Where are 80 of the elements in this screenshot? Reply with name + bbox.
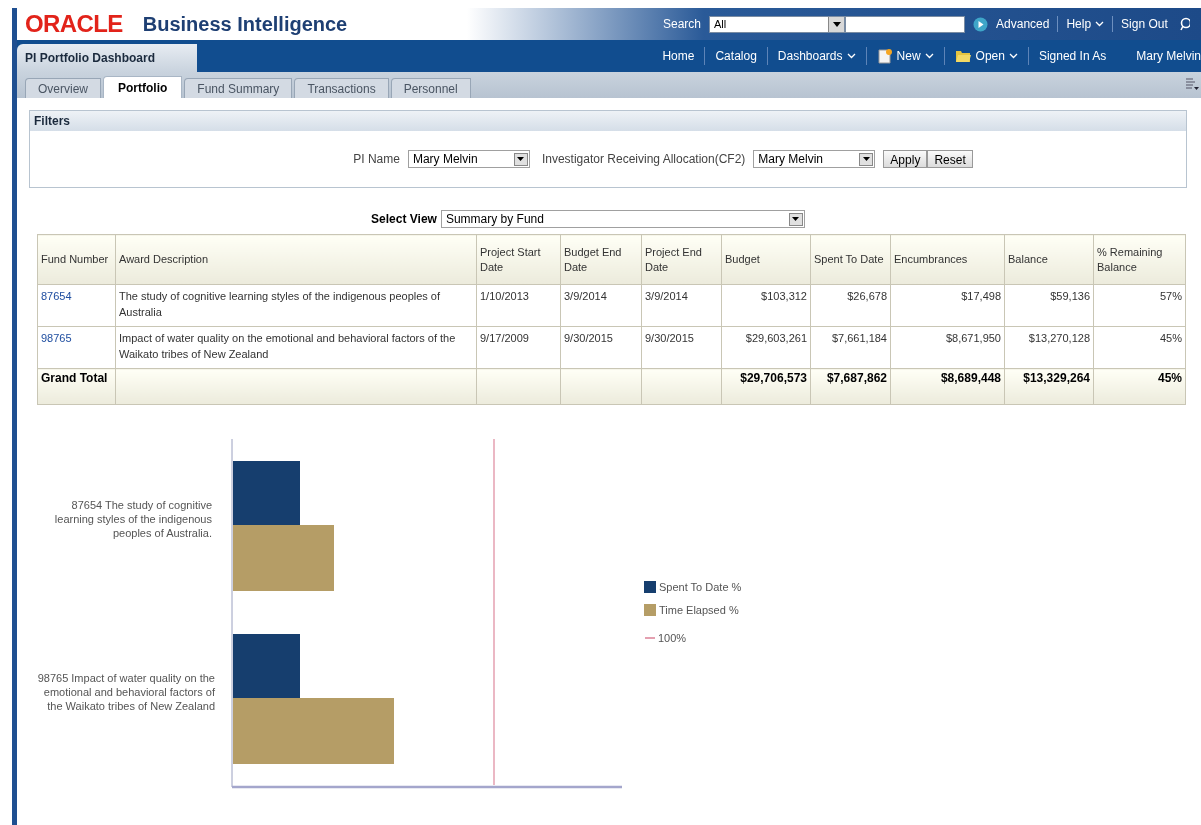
investigator-dropdown[interactable]: Mary Melvin	[753, 150, 876, 168]
search-icon[interactable]	[1179, 17, 1190, 31]
column-header: Project End Date	[641, 234, 722, 285]
column-header: Spent To Date	[810, 234, 891, 285]
column-header: Fund Number	[37, 234, 116, 285]
table-cell: $29,603,261	[721, 326, 811, 369]
legend-label: 100%	[658, 631, 687, 646]
total-cell: 45%	[1093, 368, 1186, 405]
pi-name-dropdown[interactable]: Mary Melvin	[407, 150, 530, 168]
table-cell: 45%	[1093, 326, 1186, 369]
table-cell: $17,498	[890, 284, 1005, 327]
table-cell: $103,312	[721, 284, 811, 327]
dashboard-tab[interactable]: Overview	[25, 78, 101, 98]
category-label: 87654 The study of cognitive learning styles of the indigenous peoples of Australia.	[53, 498, 212, 540]
table-cell: 3/9/2014	[641, 284, 722, 327]
column-header: Budget	[721, 234, 811, 285]
caret-icon	[924, 53, 934, 59]
select-view-label: Select View	[371, 211, 437, 228]
nav-link[interactable]: Catalog	[705, 47, 767, 65]
legend-label: Spent To Date %	[659, 580, 742, 595]
column-header: Encumbrances	[890, 234, 1005, 285]
select-view-dropdown[interactable]: Summary by Fund	[440, 210, 805, 228]
table-cell: 9/30/2015	[641, 326, 722, 369]
new-document-icon	[876, 48, 893, 64]
total-cell: $29,706,573	[721, 368, 811, 405]
table-cell: $8,671,950	[890, 326, 1005, 369]
nav-link[interactable]: Signed In As	[1028, 47, 1117, 65]
caret-icon	[1095, 21, 1105, 27]
reset-button[interactable]: Reset	[927, 150, 973, 168]
advanced-link[interactable]: Advanced	[996, 15, 1050, 33]
table-cell: 3/9/2014	[560, 284, 642, 327]
search-field[interactable]	[845, 15, 966, 33]
column-header: Balance	[1004, 234, 1094, 285]
apply-button[interactable]: Apply	[883, 150, 928, 168]
open-menu[interactable]: Open	[944, 47, 1028, 65]
table-cell: 1/10/2013	[476, 284, 561, 327]
total-cell: $13,329,264	[1004, 368, 1094, 405]
dashboards-menu[interactable]: Dashboards	[767, 47, 866, 65]
dashboard-title: PI Portfolio Dashboard	[17, 44, 197, 72]
page-options-icon[interactable]	[1185, 77, 1199, 91]
table-cell: 9/30/2015	[560, 326, 642, 369]
new-menu[interactable]: New	[866, 47, 944, 65]
search-label: Search	[663, 16, 702, 33]
product-title: Business Intelligence	[142, 12, 348, 37]
dashboard-tab[interactable]: Fund Summary	[184, 78, 293, 98]
table-cell: $59,136	[1004, 284, 1094, 327]
table-cell: Impact of water quality on the emotional and behavioral factors of the Waikato tribes of New Zealand	[115, 326, 477, 369]
dashboard-tab[interactable]: Transactions	[294, 78, 389, 98]
legend-label: Time Elapsed %	[659, 602, 739, 618]
table-cell: 57%	[1093, 284, 1186, 327]
filters-title: Filters	[30, 111, 1186, 131]
total-cell: $7,687,862	[810, 368, 891, 405]
column-header: Budget End Date	[560, 234, 642, 285]
filter-label: Investigator Receiving Allocation(CF2)	[541, 151, 746, 168]
user-name-link[interactable]: Mary Melvin	[1116, 47, 1201, 65]
help-menu[interactable]: Help	[1066, 15, 1105, 33]
caret-icon	[846, 53, 856, 59]
caret-icon	[1008, 53, 1018, 59]
column-header: % Remaining Balance	[1093, 234, 1186, 285]
dashboard-tab[interactable]: Portfolio	[103, 76, 183, 98]
total-cell: Grand Total	[37, 368, 116, 405]
total-cell: $8,689,448	[890, 368, 1005, 405]
oracle-logo: ORACLE	[25, 9, 123, 39]
table-cell: The study of cognitive learning styles of the indigenous peoples of Australia	[115, 284, 477, 327]
sign-out-link[interactable]: Sign Out	[1121, 15, 1168, 33]
table-cell: $7,661,184	[810, 326, 891, 369]
table-cell: 9/17/2009	[476, 326, 561, 369]
column-header: Award Description	[115, 234, 477, 285]
table-cell: $26,678	[810, 284, 891, 327]
table-cell: $13,270,128	[1004, 326, 1094, 369]
search-scope-dropdown[interactable]: All	[709, 15, 846, 33]
category-label: 98765 Impact of water quality on the emotional and behavioral factors of the Waikato tribes of New Zealand	[37, 671, 215, 713]
column-header: Project Start Date	[476, 234, 561, 285]
fund-link[interactable]: 98765	[37, 326, 116, 369]
nav-link[interactable]: Home	[652, 47, 705, 65]
filter-label: PI Name	[353, 151, 400, 168]
fund-link[interactable]: 87654	[37, 284, 116, 327]
folder-icon	[954, 49, 972, 63]
dashboard-tab[interactable]: Personnel	[390, 78, 471, 98]
go-icon[interactable]	[973, 16, 989, 32]
